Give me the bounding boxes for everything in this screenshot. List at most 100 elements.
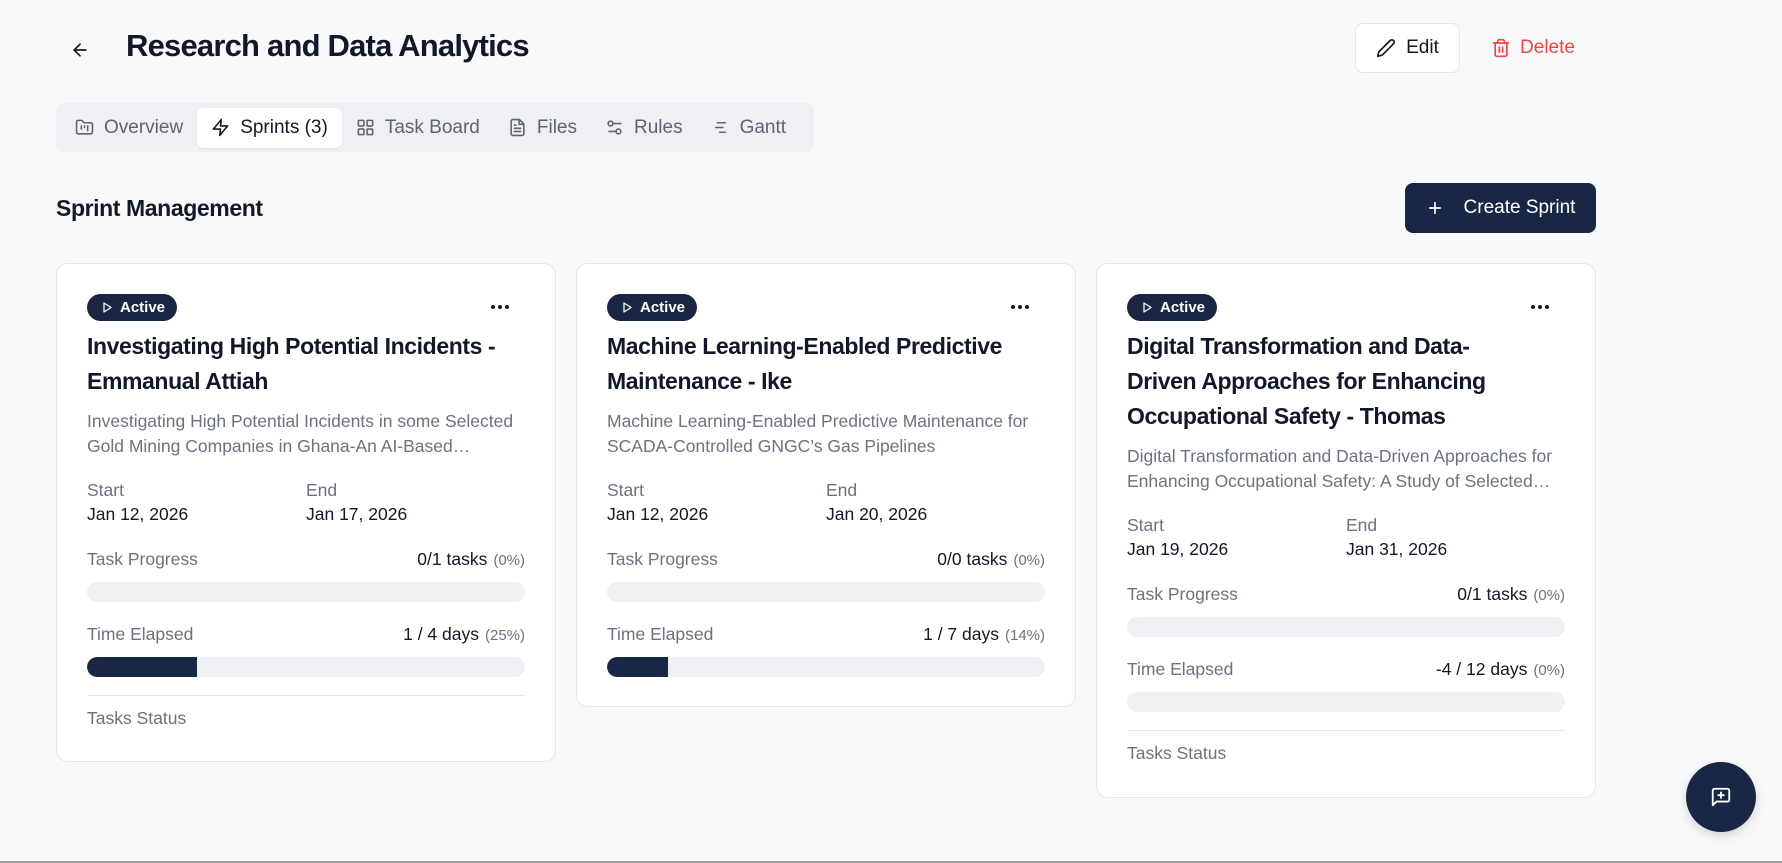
tab-bar: Overview Sprints (3) Task Board Files Ru… — [56, 103, 814, 152]
divider — [1127, 730, 1565, 731]
delete-button[interactable]: Delete — [1478, 23, 1588, 73]
start-label: Start — [1127, 515, 1164, 535]
start-value: Jan 19, 2026 — [1127, 539, 1229, 559]
time-elapsed-bar — [1127, 692, 1565, 712]
section-title: Sprint Management — [56, 195, 263, 221]
create-sprint-button[interactable]: Create Sprint — [1405, 183, 1596, 233]
task-progress-percent: (0%) — [493, 552, 525, 569]
task-progress-value: 0/0 tasks — [937, 549, 1008, 569]
tab-files[interactable]: Files — [494, 108, 591, 148]
tasks-status-label: Tasks Status — [1127, 743, 1227, 763]
time-elapsed-value: 1 / 7 days — [923, 624, 999, 644]
tab-label: Task Board — [384, 116, 480, 138]
time-elapsed-fill — [607, 657, 669, 677]
tab-sprints[interactable]: Sprints (3) — [197, 107, 342, 148]
sprint-description: Digital Transformation and Data-Driven A… — [1127, 446, 1553, 491]
chat-plus-icon — [1711, 787, 1731, 807]
trash-icon — [1492, 38, 1510, 58]
task-progress-bar — [607, 582, 1045, 602]
sprint-card[interactable]: Active Investigating High Potential Inci… — [56, 263, 556, 762]
tab-label: Files — [536, 116, 577, 138]
end-value: Jan 17, 2026 — [306, 504, 408, 524]
time-elapsed-label: Time Elapsed — [87, 624, 194, 644]
sprint-card[interactable]: Active Digital Transformation and Data-D… — [1096, 263, 1596, 798]
start-date: Start Jan 12, 2026 — [87, 479, 306, 527]
plus-icon — [1428, 201, 1441, 215]
start-date: Start Jan 19, 2026 — [1127, 514, 1346, 562]
task-progress-value: 0/1 tasks — [1457, 584, 1528, 604]
status-badge: Active — [1127, 294, 1218, 321]
file-icon — [510, 118, 525, 137]
time-elapsed-row: Time Elapsed 1 / 4 days (25%) — [87, 624, 525, 645]
sprint-dates: Start Jan 12, 2026 End Jan 17, 2026 — [87, 479, 525, 527]
task-progress-percent: (0%) — [1533, 587, 1565, 604]
end-date: End Jan 17, 2026 — [306, 479, 525, 527]
play-icon — [103, 302, 112, 313]
arrow-left-icon — [73, 43, 87, 57]
tab-task-board[interactable]: Task Board — [342, 108, 494, 148]
play-icon — [623, 302, 632, 313]
more-options-button[interactable] — [490, 298, 510, 310]
top-bar: Research and Data Analytics Edit Delete — [0, 0, 1782, 96]
ellipsis-icon — [1531, 305, 1549, 309]
time-elapsed-percent: (14%) — [1004, 627, 1045, 644]
ellipsis-icon — [491, 305, 509, 309]
tab-label: Sprints (3) — [240, 116, 328, 138]
task-progress-label: Task Progress — [1127, 584, 1238, 604]
start-label: Start — [87, 480, 124, 500]
tab-overview[interactable]: Overview — [61, 108, 197, 148]
delete-label: Delete — [1520, 37, 1575, 58]
pencil-icon — [1376, 39, 1396, 58]
end-date: End Jan 31, 2026 — [1346, 514, 1565, 562]
task-progress-percent: (0%) — [1013, 552, 1045, 569]
task-progress-row: Task Progress 0/1 tasks (0%) — [1127, 584, 1565, 605]
end-value: Jan 20, 2026 — [826, 504, 928, 524]
task-progress-row: Task Progress 0/0 tasks (0%) — [607, 549, 1045, 570]
status-label: Active — [640, 299, 686, 316]
lightning-icon — [212, 118, 229, 137]
tasks-status-label: Tasks Status — [87, 708, 187, 728]
time-elapsed-value: -4 / 12 days — [1435, 659, 1528, 679]
status-label: Active — [120, 299, 166, 316]
sprint-title: Investigating High Potential Incidents -… — [87, 333, 496, 394]
status-badge: Active — [607, 294, 698, 321]
time-elapsed-label: Time Elapsed — [1127, 659, 1234, 679]
task-progress-bar — [87, 582, 525, 602]
sliders-icon — [607, 120, 622, 135]
time-elapsed-row: Time Elapsed 1 / 7 days (14%) — [607, 624, 1045, 645]
tab-gantt[interactable]: Gantt — [697, 108, 800, 148]
start-value: Jan 12, 2026 — [87, 504, 189, 524]
divider — [87, 695, 525, 696]
time-elapsed-bar — [607, 657, 1045, 677]
task-progress-row: Task Progress 0/1 tasks (0%) — [87, 549, 525, 570]
task-progress-label: Task Progress — [607, 549, 718, 569]
task-progress-value: 0/1 tasks — [417, 549, 488, 569]
chat-button[interactable] — [1686, 762, 1756, 832]
start-value: Jan 12, 2026 — [607, 504, 709, 524]
time-elapsed-percent: (25%) — [484, 627, 525, 644]
time-elapsed-fill — [87, 657, 197, 677]
sprint-description: Machine Learning-Enabled Predictive Main… — [607, 411, 1029, 456]
tab-rules[interactable]: Rules — [591, 108, 697, 148]
folder-icon — [75, 119, 94, 135]
time-elapsed-bar — [87, 657, 525, 677]
end-label: End — [1346, 515, 1378, 535]
sprint-description: Investigating High Potential Incidents i… — [87, 411, 514, 456]
page-title: Research and Data Analytics — [126, 28, 530, 63]
time-elapsed-row: Time Elapsed -4 / 12 days (0%) — [1127, 659, 1565, 680]
task-progress-bar — [1127, 617, 1565, 637]
more-options-button[interactable] — [1010, 298, 1030, 310]
tab-label: Gantt — [739, 116, 787, 138]
status-badge: Active — [87, 294, 178, 321]
more-options-button[interactable] — [1530, 298, 1550, 310]
start-label: Start — [607, 480, 644, 500]
sprint-title: Digital Transformation and Data-Driven A… — [1127, 333, 1486, 429]
edit-button[interactable]: Edit — [1355, 23, 1460, 73]
tab-label: Overview — [104, 116, 184, 138]
sprint-dates: Start Jan 19, 2026 End Jan 31, 2026 — [1127, 514, 1565, 562]
end-label: End — [826, 480, 858, 500]
tab-label: Rules — [634, 116, 683, 138]
sprint-card[interactable]: Active Machine Learning-Enabled Predicti… — [576, 263, 1076, 707]
back-button[interactable] — [62, 32, 98, 68]
end-value: Jan 31, 2026 — [1346, 539, 1448, 559]
